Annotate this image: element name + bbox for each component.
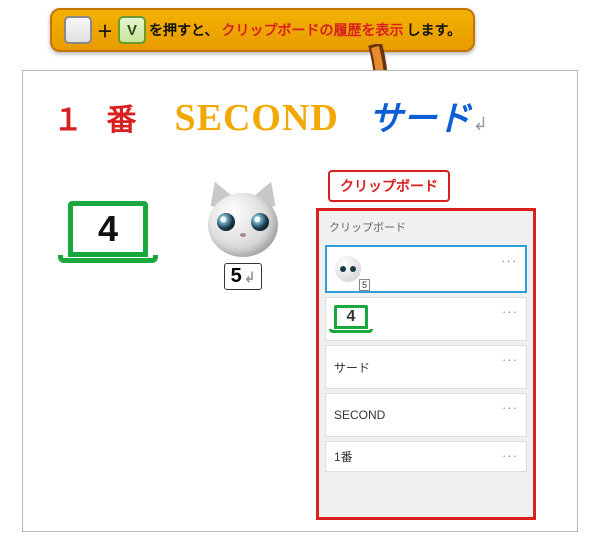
clipboard-item[interactable]: サード ··· (325, 345, 527, 389)
cat-caption: 5↲ (224, 263, 263, 290)
clipboard-item[interactable]: 1番 ··· (325, 441, 527, 472)
windows-key-icon (64, 16, 92, 44)
laptop-screen-digit: 4 (68, 201, 148, 257)
item-more-icon[interactable]: ··· (502, 352, 518, 367)
item-more-icon[interactable]: ··· (502, 304, 518, 319)
callout-text-suffix: します。 (406, 20, 461, 40)
item-more-icon[interactable]: ··· (501, 253, 517, 268)
text-line: １ 番 SECOND サード ↲ (53, 91, 557, 140)
clipboard-badge: クリップボード (328, 170, 450, 202)
cat-thumbnail-label: 5 (359, 279, 370, 291)
laptop-thumbnail-icon: 4 (334, 305, 373, 333)
clipboard-panel: クリップボード 5 ··· 4 ··· サード ··· SECOND ··· 1… (316, 208, 536, 520)
item-more-icon[interactable]: ··· (502, 400, 518, 415)
clipboard-item[interactable]: SECOND ··· (325, 393, 527, 437)
word-2: SECOND (175, 96, 339, 140)
word-1: １ 番 (53, 95, 145, 139)
clipboard-item[interactable]: 4 ··· (325, 297, 527, 341)
word-3: サード (369, 91, 471, 140)
v-key-icon: V (118, 16, 146, 44)
plus-symbol: ＋ (95, 18, 115, 42)
callout-text-highlight: クリップボードの履歴を表示 (221, 20, 403, 40)
cat-thumbnail-icon (335, 256, 361, 282)
clipboard-item-text: サード (334, 359, 370, 376)
instruction-callout: ＋ V を押すと、 クリップボードの履歴を表示 します。 (50, 8, 475, 52)
clipboard-item-text: SECOND (334, 408, 385, 422)
return-mark-icon: ↲ (473, 114, 488, 135)
cat-image: 5↲ (203, 181, 283, 290)
callout-text-prefix: を押すと、 (149, 20, 218, 40)
clipboard-item-text: 1番 (334, 448, 353, 465)
clipboard-panel-title: クリップボード (319, 211, 533, 241)
laptop-image: 4 (58, 201, 158, 263)
item-more-icon[interactable]: ··· (502, 448, 518, 463)
clipboard-item[interactable]: 5 ··· (325, 245, 527, 293)
